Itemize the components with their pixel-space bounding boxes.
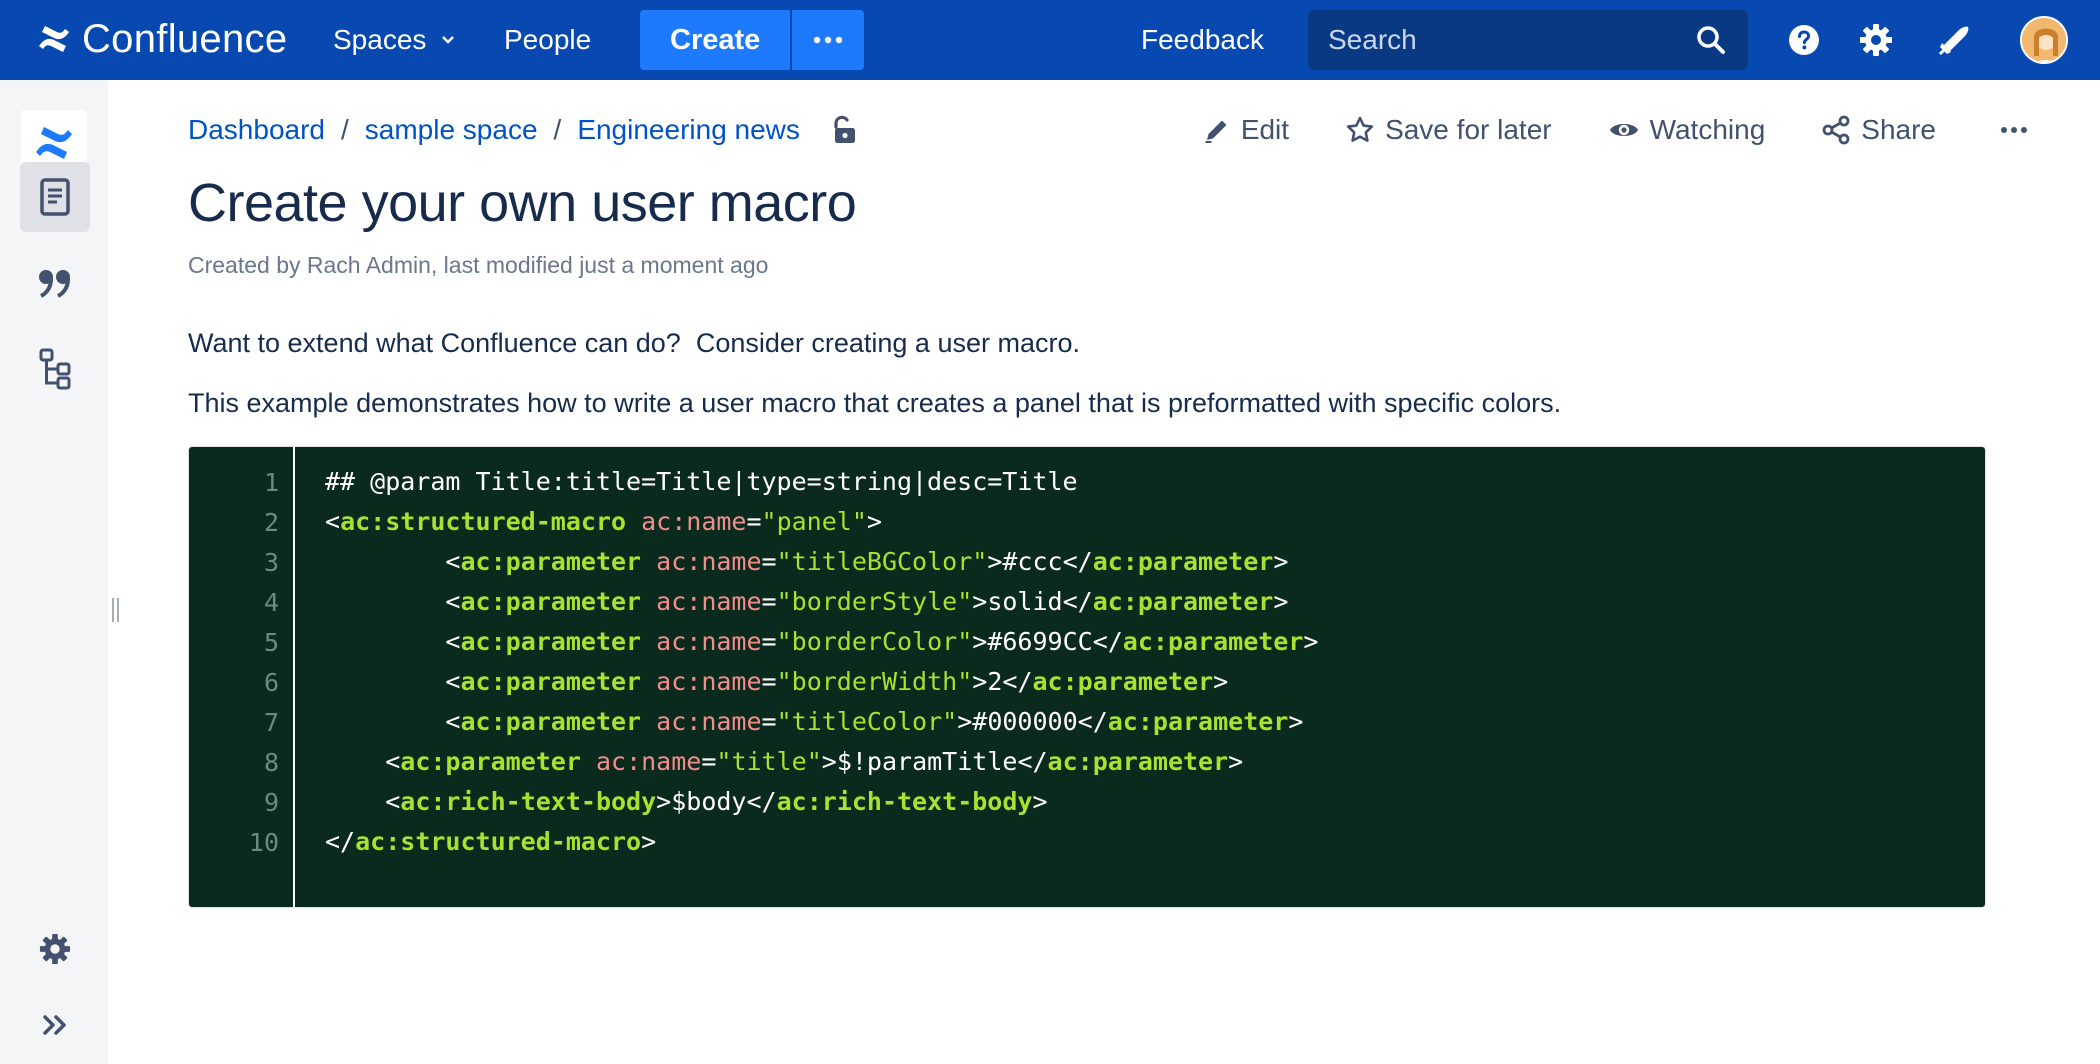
- description-paragraph: This example demonstrates how to write a…: [188, 388, 1562, 418]
- notifications-icon: [1938, 26, 1969, 56]
- page-title: Create your own user macro: [188, 173, 857, 233]
- line-number: 5: [263, 628, 279, 657]
- line-number-gutter: 1 2 3 4 5 6 7 8 9 10: [189, 447, 295, 907]
- confluence-logo-icon: [39, 26, 69, 52]
- feedback-link[interactable]: Feedback: [1141, 0, 1264, 80]
- code-block[interactable]: 1 2 3 4 5 6 7 8 9 10 ## @param Title:title=Title|…: [188, 446, 1986, 908]
- unlock-icon[interactable]: [830, 115, 860, 145]
- pages-icon: [40, 178, 70, 216]
- notifications-button[interactable]: [1934, 20, 1974, 60]
- code-line: <ac:structured-macro ac:name="panel">: [325, 507, 882, 536]
- breadcrumb: Dashboard / sample space / Engineering n…: [188, 108, 860, 152]
- people-link[interactable]: People: [504, 0, 591, 80]
- breadcrumb-sample-space[interactable]: sample space: [365, 114, 538, 146]
- space-settings-icon: [39, 933, 71, 965]
- save-for-later-label: Save for later: [1385, 114, 1552, 145]
- code-line: <ac:parameter ac:name="borderStyle">soli…: [445, 587, 1289, 616]
- sidebar-expand-button[interactable]: [20, 990, 90, 1060]
- sidebar-blog-button[interactable]: [20, 248, 90, 318]
- code-line: </ac:structured-macro>: [325, 827, 657, 856]
- sidebar-resize-handle[interactable]: [112, 598, 122, 622]
- create-button[interactable]: Create: [640, 10, 791, 70]
- edit-button[interactable]: Edit: [1203, 114, 1289, 146]
- page-byline: Created by Rach Admin, last modified jus…: [188, 252, 769, 278]
- feedback-label: Feedback: [1141, 24, 1264, 55]
- search-box: [1308, 10, 1748, 70]
- top-navigation-bar: Confluence Spaces People Create Feedback: [0, 0, 2100, 80]
- line-number: 3: [263, 548, 279, 577]
- share-label: Share: [1861, 114, 1936, 145]
- breadcrumb-separator: /: [340, 114, 349, 145]
- code-line: <ac:parameter ac:name="title">$!paramTit…: [385, 747, 1244, 776]
- search-input[interactable]: [1328, 24, 1688, 56]
- space-logo-icon: [36, 127, 72, 159]
- settings-icon: [1860, 24, 1892, 56]
- pencil-icon: [1205, 120, 1227, 143]
- help-button[interactable]: [1784, 20, 1824, 60]
- sidebar-pages-button[interactable]: [20, 162, 90, 232]
- watching-label: Watching: [1649, 114, 1766, 145]
- sidebar-settings-button[interactable]: [20, 914, 90, 984]
- expand-sidebar-icon: [43, 1015, 66, 1035]
- line-number: 1: [263, 468, 279, 497]
- code-line: ## @param Title:title=Title|type=string|…: [325, 467, 1078, 496]
- code-line: <ac:rich-text-body>$body</ac:rich-text-b…: [385, 787, 1048, 816]
- code-line: <ac:parameter ac:name="borderWidth">2</a…: [445, 667, 1229, 696]
- breadcrumb-engineering-news[interactable]: Engineering news: [577, 114, 800, 146]
- share-button[interactable]: Share: [1821, 114, 1936, 146]
- confluence-logo[interactable]: Confluence: [36, 16, 287, 62]
- watching-button[interactable]: Watching: [1608, 114, 1766, 146]
- code-line: <ac:parameter ac:name="titleBGColor">#cc…: [445, 547, 1289, 576]
- blog-quote-icon: [39, 270, 70, 298]
- line-number: 7: [263, 708, 279, 737]
- line-number: 2: [263, 508, 279, 537]
- share-icon: [1822, 115, 1850, 145]
- create-label: Create: [670, 23, 761, 56]
- line-number: 6: [263, 668, 279, 697]
- user-avatar-icon: [2022, 18, 2066, 62]
- sidebar-tree-button[interactable]: [20, 334, 90, 404]
- line-number: 10: [248, 828, 279, 857]
- page-actions: Edit Save for later Watching Share: [1147, 108, 2038, 152]
- breadcrumb-separator: /: [553, 114, 562, 145]
- create-button-group: Create: [640, 10, 865, 70]
- chevron-down-icon: [442, 36, 455, 44]
- spaces-label: Spaces: [333, 24, 427, 55]
- code-line: <ac:parameter ac:name="titleColor">#0000…: [445, 707, 1304, 736]
- intro-paragraph: Want to extend what Confluence can do? C…: [188, 328, 1080, 358]
- code-line: <ac:parameter ac:name="borderColor">#669…: [445, 627, 1319, 656]
- brand-name: Confluence: [82, 16, 288, 61]
- edit-label: Edit: [1240, 114, 1290, 145]
- eye-icon: [1609, 124, 1638, 136]
- people-label: People: [504, 24, 592, 55]
- line-number: 9: [263, 788, 279, 817]
- more-icon: [814, 36, 843, 44]
- line-number: 8: [263, 748, 279, 777]
- create-more-button[interactable]: [790, 10, 865, 70]
- save-for-later-button[interactable]: Save for later: [1345, 114, 1552, 146]
- page-more-actions-button[interactable]: [2000, 126, 2038, 134]
- more-icon: [2001, 127, 2027, 133]
- space-sidebar: [0, 80, 108, 1064]
- avatar[interactable]: [2020, 16, 2068, 64]
- spaces-menu[interactable]: Spaces: [333, 0, 456, 80]
- line-number: 4: [263, 588, 279, 617]
- breadcrumb-dashboard[interactable]: Dashboard: [188, 114, 325, 146]
- search-icon[interactable]: [1696, 25, 1726, 55]
- settings-button[interactable]: [1856, 20, 1896, 60]
- star-icon: [1346, 116, 1374, 142]
- help-icon: [1789, 25, 1819, 55]
- page-tree-icon: [39, 348, 71, 390]
